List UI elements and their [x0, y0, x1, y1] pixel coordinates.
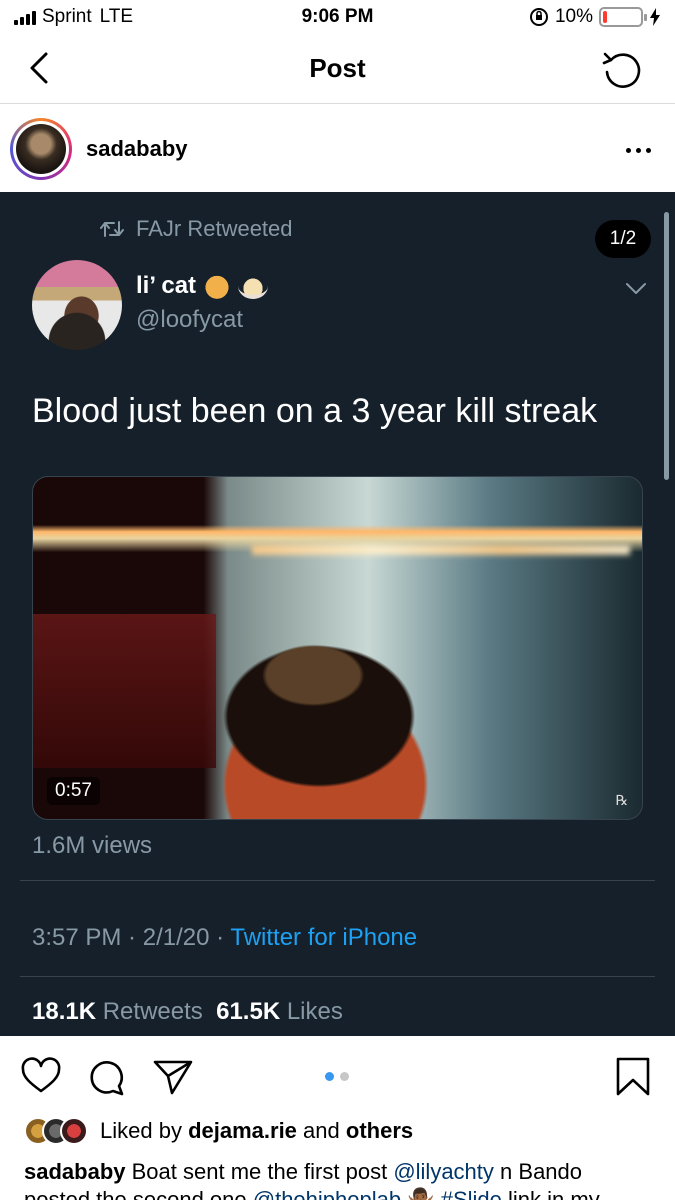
scroll-indicator — [664, 212, 669, 480]
display-name: li’ cat — [136, 272, 197, 299]
more-dots-icon[interactable] — [626, 148, 651, 153]
battery-icon — [599, 7, 647, 27]
carousel-dot — [340, 1072, 349, 1081]
likes-others[interactable]: others — [346, 1118, 413, 1143]
liker-avatars — [24, 1117, 88, 1145]
liker-username[interactable]: dejama.rie — [188, 1118, 297, 1143]
likes-row[interactable]: Liked by dejama.rie and others — [24, 1112, 413, 1150]
tweet-video: 0:57 ℞ — [32, 476, 643, 820]
battery-percent: 10% — [554, 6, 593, 27]
likes-label: Likes — [286, 998, 343, 1025]
post-header: sadababy — [0, 104, 675, 192]
carousel-dot-active — [325, 1072, 334, 1081]
action-bar — [0, 1036, 675, 1116]
send-icon[interactable] — [152, 1056, 194, 1098]
retweeted-by: FAJr Retweeted — [136, 216, 293, 241]
orientation-lock-icon — [529, 8, 548, 26]
video-watermark-icon: ℞ — [615, 792, 628, 808]
page-indicator: 1/2 — [595, 220, 651, 258]
chevron-down-icon — [626, 283, 646, 294]
likes-prefix: Liked by — [100, 1118, 182, 1143]
caption-mention[interactable]: @lilyachty — [393, 1159, 494, 1184]
caption-username[interactable]: sadababy — [24, 1159, 126, 1184]
bookmark-icon[interactable] — [612, 1056, 654, 1098]
heart-icon[interactable] — [20, 1056, 62, 1098]
carousel-indicator — [325, 1072, 349, 1081]
retweets-count: 18.1K — [32, 998, 97, 1025]
tweet-views: 1.6M views — [32, 832, 153, 859]
tweet-author-name: li’ cat — [136, 272, 269, 300]
tweet-meta: 3:57 PM · 2/1/20 · Twitter for iPhone — [32, 924, 418, 951]
battery-level — [603, 11, 607, 23]
retweet-icon — [100, 221, 124, 237]
status-bar: Sprint LTE 9:06 PM 10% — [0, 0, 675, 34]
likes-count: 61.5K — [216, 998, 281, 1025]
likes-and: and — [303, 1118, 340, 1143]
caption-mention[interactable]: @thehiphoplab — [253, 1187, 401, 1200]
noodle-bowl-emoji-icon — [238, 273, 269, 299]
caption-text: Boat sent me the first post — [131, 1159, 388, 1184]
tweet-handle: @loofycat — [136, 306, 244, 333]
charging-bolt-icon — [650, 8, 660, 26]
retweets-label: Retweets — [102, 998, 203, 1025]
avatar[interactable] — [10, 118, 72, 180]
video-duration: 0:57 — [47, 777, 100, 805]
tweet-stats: 18.1K Retweets 61.5K Likes — [32, 998, 343, 1026]
tweet-client: Twitter for iPhone — [230, 924, 418, 951]
avatar-image — [16, 124, 66, 174]
liker-avatar — [60, 1117, 88, 1145]
retweet-indicator: FAJr Retweeted — [100, 216, 293, 242]
tweet-time: 3:57 PM — [32, 924, 122, 951]
tweet-author-avatar — [32, 260, 122, 350]
comment-icon[interactable] — [86, 1056, 128, 1098]
divider — [20, 976, 655, 977]
post-username[interactable]: sadababy — [86, 136, 188, 162]
post-image[interactable]: FAJr Retweeted 1/2 li’ cat @loofycat Blo… — [0, 192, 675, 1036]
caption-hashtag[interactable]: #Slide — [441, 1187, 502, 1200]
page-title: Post — [309, 53, 366, 83]
caption-emoji: 🤷🏾‍♂️ — [407, 1187, 435, 1200]
battery-info: 10% — [529, 6, 661, 28]
nav-bar: Post — [0, 34, 675, 104]
caption-text: link in my — [508, 1187, 600, 1200]
tweet-date: 2/1/20 — [142, 924, 210, 951]
tiger-emoji-icon — [202, 273, 233, 299]
divider — [20, 880, 655, 881]
likes-text: Liked by dejama.rie and others — [100, 1118, 413, 1144]
refresh-icon[interactable] — [599, 46, 645, 92]
post-caption: sadababy Boat sent me the first post @li… — [24, 1158, 654, 1200]
tweet-text: Blood just been on a 3 year kill streak — [32, 392, 598, 430]
